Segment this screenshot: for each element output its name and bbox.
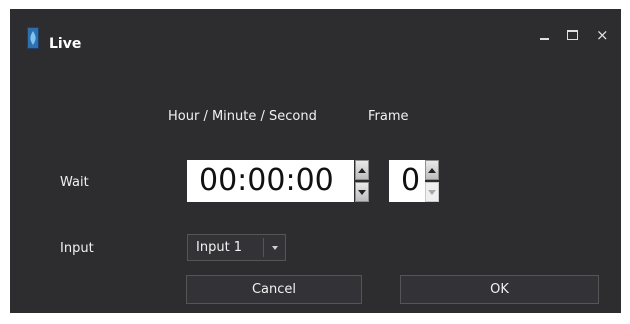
- arrow-down-icon: [428, 189, 436, 195]
- wait-time-up-button[interactable]: [355, 160, 369, 180]
- minimize-button[interactable]: [536, 26, 554, 44]
- input-select[interactable]: Input 1: [187, 234, 286, 261]
- arrow-up-icon: [358, 167, 366, 173]
- cancel-button[interactable]: Cancel: [186, 275, 362, 304]
- app-icon: [27, 27, 39, 49]
- frame-column-header: Frame: [368, 109, 409, 124]
- title-bar[interactable]: Live ×: [10, 9, 621, 52]
- close-button[interactable]: ×: [593, 26, 611, 44]
- window-title: Live: [49, 36, 82, 52]
- chevron-down-icon[interactable]: [272, 246, 278, 250]
- time-column-header: Hour / Minute / Second: [168, 109, 317, 124]
- arrow-down-icon: [358, 189, 366, 195]
- wait-time-down-button[interactable]: [355, 182, 369, 202]
- ok-button[interactable]: OK: [400, 275, 599, 304]
- input-label: Input: [60, 241, 94, 256]
- arrow-up-icon: [428, 167, 436, 173]
- close-icon: ×: [596, 26, 609, 44]
- maximize-button[interactable]: [564, 26, 582, 44]
- minimize-icon: [540, 38, 549, 40]
- wait-frame-spinner: [425, 160, 439, 202]
- select-divider: [263, 238, 264, 257]
- live-dialog: Live × Hour / Minute / Second Frame Wait…: [10, 9, 621, 313]
- wait-frame-input[interactable]: 0: [389, 160, 425, 202]
- wait-frame-down-button[interactable]: [425, 182, 439, 202]
- wait-time-input[interactable]: 00:00:00: [187, 160, 354, 202]
- maximize-icon: [567, 30, 578, 40]
- wait-time-spinner: [355, 160, 369, 202]
- input-select-value: Input 1: [196, 240, 243, 255]
- wait-label: Wait: [60, 175, 89, 190]
- wait-frame-up-button[interactable]: [425, 160, 439, 180]
